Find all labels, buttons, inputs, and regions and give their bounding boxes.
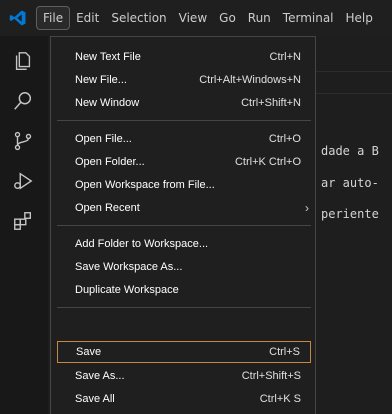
menu-selection[interactable]: Selection — [105, 7, 172, 29]
menu-item-shortcut: Ctrl+Alt+Windows+N — [199, 74, 301, 86]
menu-item-label: Save — [76, 346, 102, 358]
menu-separator — [57, 307, 311, 308]
menu-item-open-folder[interactable]: Open Folder... Ctrl+K Ctrl+O — [57, 151, 311, 173]
chevron-right-icon: › — [305, 201, 309, 215]
explorer-icon[interactable] — [10, 48, 36, 74]
menu-terminal[interactable]: Terminal — [277, 7, 340, 29]
menu-item-shortcut: Ctrl+Shift+N — [241, 97, 301, 109]
menu-item-add-folder-to-workspace[interactable]: Add Folder to Workspace... — [57, 233, 311, 255]
run-debug-icon[interactable] — [10, 168, 36, 194]
menu-item-shortcut: Ctrl+O — [268, 133, 301, 145]
menu-item-save[interactable]: Save Ctrl+S — [57, 341, 311, 363]
menu-item-save-as[interactable]: Save As... Ctrl+Shift+S — [57, 365, 311, 387]
menu-item-label: Save Workspace As... — [75, 261, 183, 273]
code-line: ar auto- — [321, 176, 379, 190]
editor-divider — [316, 71, 392, 72]
menu-item-shortcut: Ctrl+N — [269, 51, 301, 63]
menu-edit[interactable]: Edit — [70, 7, 105, 29]
menu-help[interactable]: Help — [340, 7, 379, 29]
menu-item-label: Add Folder to Workspace... — [75, 238, 209, 250]
file-menu-dropdown: New Text File Ctrl+N New File... Ctrl+Al… — [50, 36, 316, 414]
menu-separator — [57, 120, 311, 121]
menu-item-label: Duplicate Workspace — [75, 284, 179, 296]
code-line: periente — [321, 207, 379, 221]
menu-item-label: New Text File — [75, 51, 141, 63]
menu-item-open-file[interactable]: Open File... Ctrl+O — [57, 128, 311, 150]
menu-item-open-workspace-from-file[interactable]: Open Workspace from File... — [57, 174, 311, 196]
activity-bar — [0, 36, 48, 414]
menu-item-new-file[interactable]: New File... Ctrl+Alt+Windows+N — [57, 69, 311, 91]
vscode-logo-icon[interactable] — [0, 0, 36, 36]
menu-file[interactable]: File — [36, 6, 71, 30]
menu-item-open-recent[interactable]: Open Recent › — [57, 197, 311, 219]
menu-item-save-all[interactable]: Save All Ctrl+K S — [57, 388, 311, 410]
menu-item-label: Open File... — [75, 133, 132, 145]
menu-view[interactable]: View — [173, 7, 213, 29]
source-control-icon[interactable] — [10, 128, 36, 154]
title-menubar: File Edit Selection View Go Run Terminal… — [0, 0, 392, 36]
menu-item-duplicate-workspace[interactable]: Duplicate Workspace — [57, 279, 311, 301]
editor-divider — [316, 93, 392, 94]
menu-item-label: New File... — [75, 74, 127, 86]
menu-separator — [57, 225, 311, 226]
menu-go[interactable]: Go — [213, 7, 242, 29]
menu-item-shortcut: Ctrl+Shift+S — [241, 370, 301, 382]
menu-item-label: Open Workspace from File... — [75, 179, 215, 191]
search-icon[interactable] — [10, 88, 36, 114]
menu-item-label: Save All — [75, 393, 115, 405]
menu-item-shortcut: Ctrl+K Ctrl+O — [234, 156, 301, 168]
menu-item-label: New Window — [75, 97, 140, 109]
menu-item-label: Save As... — [75, 370, 125, 382]
code-line: dade a B — [321, 144, 379, 158]
menu-item-shortcut: Ctrl+K S — [259, 393, 301, 405]
menu-item-shortcut: Ctrl+S — [269, 346, 300, 358]
menu-item-label: Open Recent — [75, 202, 140, 214]
extensions-icon[interactable] — [10, 208, 36, 234]
menu-run[interactable]: Run — [242, 7, 277, 29]
menu-item-label: Open Folder... — [75, 156, 145, 168]
menu-item-save-workspace-as[interactable]: Save Workspace As... — [57, 256, 311, 278]
menu-item-new-window[interactable]: New Window Ctrl+Shift+N — [57, 92, 311, 114]
menu-item-new-text-file[interactable]: New Text File Ctrl+N — [57, 46, 311, 68]
